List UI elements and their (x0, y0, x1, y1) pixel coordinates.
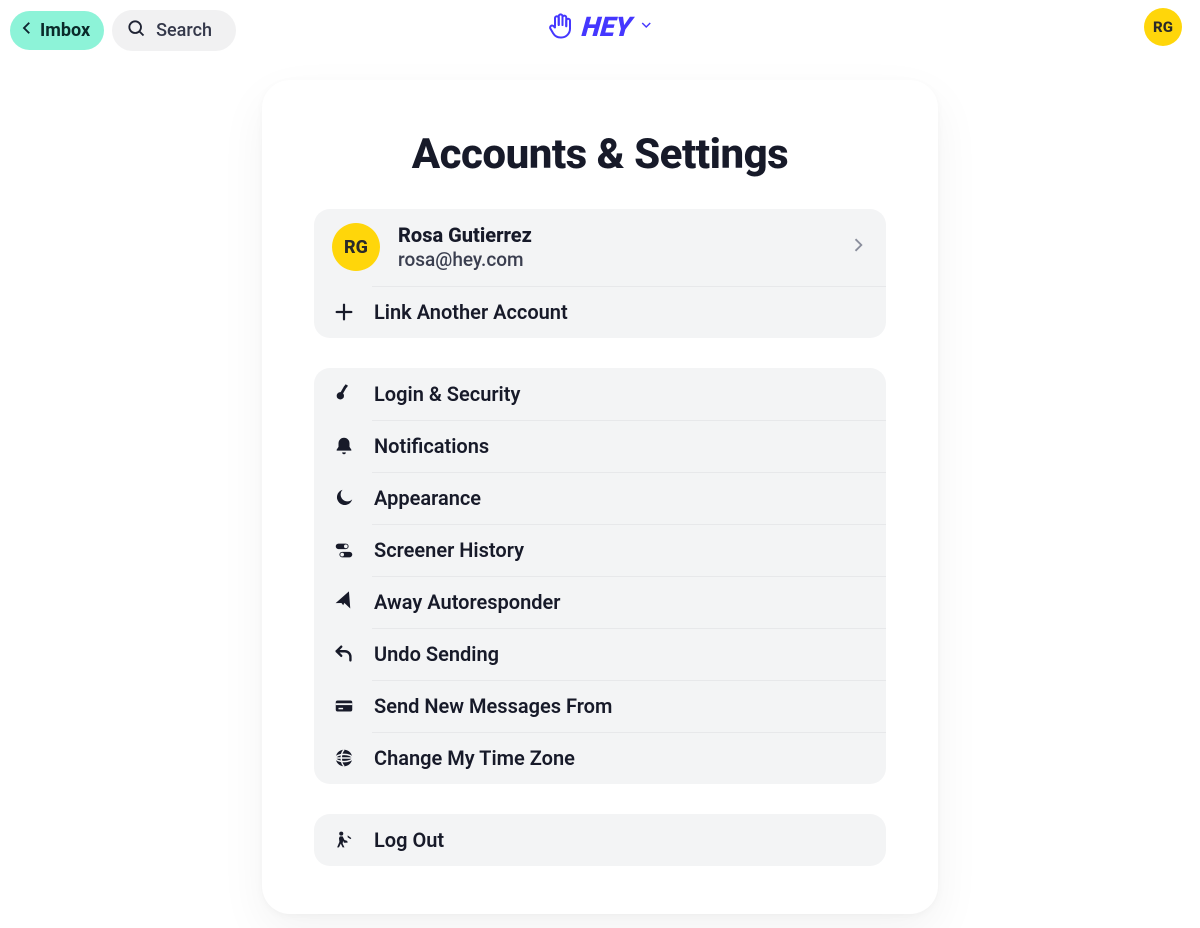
settings-item-undo-sending[interactable]: Undo Sending (314, 628, 886, 680)
hand-wave-icon (546, 10, 576, 44)
settings-item-appearance[interactable]: Appearance (314, 472, 886, 524)
settings-item-label: Send New Messages From (374, 694, 612, 718)
settings-item-away-autoresponder[interactable]: Away Autoresponder (314, 576, 886, 628)
settings-sheet: Accounts & Settings RG Rosa Gutierrez ro… (262, 80, 938, 914)
account-name: Rosa Gutierrez (398, 223, 532, 248)
chevron-down-icon (638, 17, 654, 37)
settings-item-label: Undo Sending (374, 642, 499, 666)
account-email: rosa@hey.com (398, 248, 532, 272)
settings-item-notifications[interactable]: Notifications (314, 420, 886, 472)
search-icon (126, 18, 146, 43)
moon-icon (332, 486, 356, 510)
exit-icon (332, 828, 356, 852)
settings-item-label: Change My Time Zone (374, 746, 575, 770)
logout-label: Log Out (374, 828, 444, 852)
log-out-button[interactable]: Log Out (314, 814, 886, 866)
account-avatar-initials: RG (344, 237, 368, 258)
bell-icon (332, 434, 356, 458)
back-to-imbox-button[interactable]: Imbox (10, 11, 104, 50)
logout-group: Log Out (314, 814, 886, 866)
chevron-left-icon (18, 19, 36, 42)
settings-item-screener-history[interactable]: Screener History (314, 524, 886, 576)
settings-item-label: Login & Security (374, 382, 520, 406)
chevron-right-icon (848, 235, 868, 259)
settings-item-label: Notifications (374, 434, 489, 458)
link-another-account-button[interactable]: Link Another Account (314, 286, 886, 338)
avatar-initials: RG (1153, 18, 1173, 36)
account-group: RG Rosa Gutierrez rosa@hey.com Link Anot… (314, 209, 886, 338)
globe-icon (332, 746, 356, 770)
card-icon (332, 694, 356, 718)
page-stage: Accounts & Settings RG Rosa Gutierrez ro… (0, 52, 1200, 914)
search-button[interactable]: Search (112, 10, 236, 51)
logo-text: HEY (581, 11, 634, 43)
page-title: Accounts & Settings (314, 130, 886, 179)
back-label: Imbox (40, 20, 90, 41)
settings-item-login-security[interactable]: Login & Security (314, 368, 886, 420)
settings-item-send-from[interactable]: Send New Messages From (314, 680, 886, 732)
toggles-icon (332, 538, 356, 562)
settings-group: Login & Security Notifications Appearance S… (314, 368, 886, 784)
settings-item-label: Appearance (374, 486, 481, 510)
link-another-label: Link Another Account (374, 300, 568, 324)
undo-icon (332, 642, 356, 666)
hey-logo-menu[interactable]: HEY (546, 10, 654, 44)
plane-icon (332, 590, 356, 614)
account-avatar: RG (332, 223, 380, 271)
key-icon (332, 382, 356, 406)
plus-icon (332, 300, 356, 324)
settings-item-time-zone[interactable]: Change My Time Zone (314, 732, 886, 784)
settings-item-label: Screener History (374, 538, 524, 562)
search-placeholder: Search (156, 20, 212, 41)
account-row[interactable]: RG Rosa Gutierrez rosa@hey.com (314, 209, 886, 286)
account-text: Rosa Gutierrez rosa@hey.com (398, 223, 532, 272)
settings-item-label: Away Autoresponder (374, 590, 561, 614)
app-header: Imbox Search HEY RG (0, 0, 1200, 52)
user-avatar-button[interactable]: RG (1144, 8, 1182, 46)
